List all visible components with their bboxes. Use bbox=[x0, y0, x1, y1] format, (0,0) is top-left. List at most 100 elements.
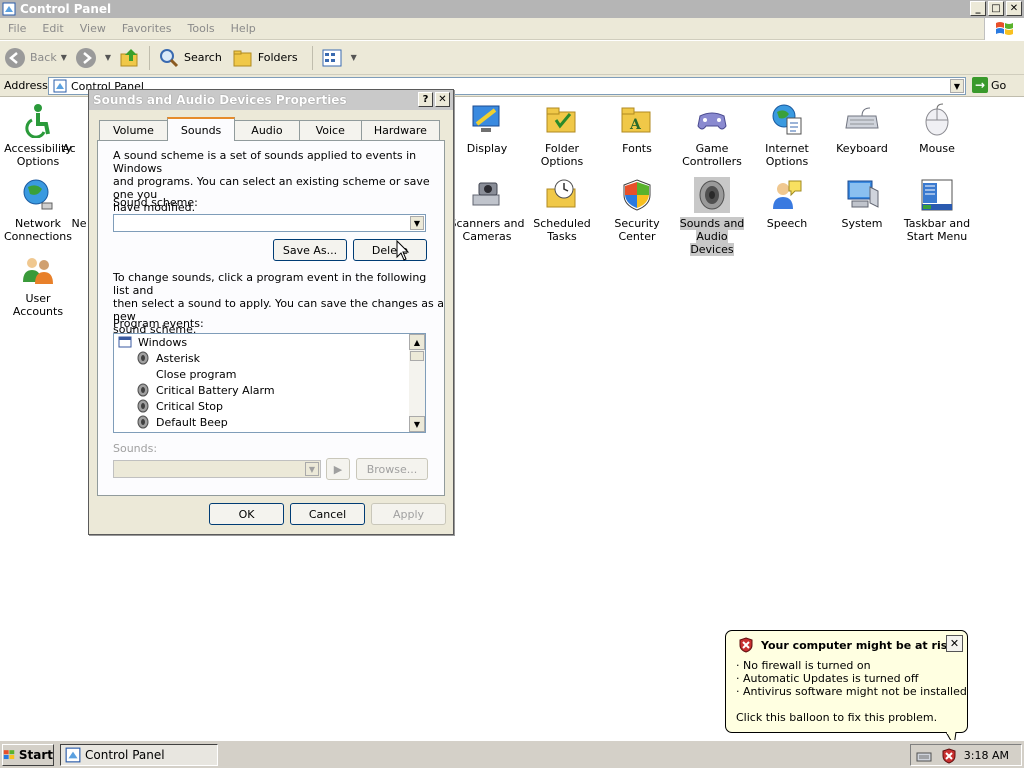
back-button[interactable]: Back ▼ bbox=[4, 47, 71, 69]
folders-button[interactable]: Folders bbox=[232, 47, 298, 69]
program-events-list[interactable]: Windows Asterisk Close program Critical … bbox=[113, 333, 426, 433]
ok-button[interactable]: OK bbox=[209, 503, 284, 525]
list-item[interactable]: Critical Battery Alarm bbox=[136, 382, 275, 398]
dialog-title: Sounds and Audio Devices Properties bbox=[93, 93, 347, 107]
list-item-label: Close program bbox=[156, 367, 237, 381]
cp-item-fonts[interactable]: A Fonts bbox=[599, 102, 675, 155]
cp-item-sounds-and-audio-devices[interactable]: Sounds and Audio Devices bbox=[674, 177, 750, 256]
security-shield-icon bbox=[623, 179, 651, 211]
list-item[interactable]: Default Beep bbox=[136, 414, 228, 430]
cp-item-scanners-and-cameras[interactable]: Scanners and Cameras bbox=[449, 177, 525, 243]
window-titlebar[interactable]: Control Panel _ □ ✕ bbox=[0, 0, 1024, 18]
events-scrollbar[interactable]: ▲ ▼ bbox=[409, 334, 425, 432]
scroll-thumb[interactable] bbox=[410, 351, 424, 361]
folders-icon bbox=[233, 50, 252, 66]
cp-item-security-center[interactable]: Security Center bbox=[599, 177, 675, 243]
list-item[interactable]: Close program bbox=[156, 366, 236, 382]
menu-bar: File Edit View Favorites Tools Help bbox=[0, 18, 1024, 40]
cp-item-label: Game Controllers bbox=[682, 142, 742, 168]
menu-file[interactable]: File bbox=[0, 22, 34, 35]
cp-item-keyboard[interactable]: Keyboard bbox=[824, 102, 900, 155]
chevron-down-icon[interactable]: ▼ bbox=[410, 216, 424, 230]
play-icon: ▶ bbox=[333, 462, 343, 476]
tab-audio[interactable]: Audio bbox=[234, 120, 300, 140]
program-events-label: Program events: bbox=[113, 317, 204, 330]
list-item-label: Critical Battery Alarm bbox=[156, 383, 275, 397]
scroll-down-icon[interactable]: ▼ bbox=[409, 416, 425, 432]
cp-item-display[interactable]: Display bbox=[449, 102, 525, 155]
folders-label: Folders bbox=[257, 51, 298, 64]
menu-tools[interactable]: Tools bbox=[180, 22, 223, 35]
cp-item-scheduled-tasks[interactable]: Scheduled Tasks bbox=[524, 177, 600, 243]
sound-scheme-select[interactable]: ▼ bbox=[113, 214, 426, 232]
help-button[interactable]: ? bbox=[418, 92, 433, 107]
forward-button[interactable]: ▼ bbox=[75, 47, 115, 69]
delete-button[interactable]: Delete bbox=[353, 239, 427, 261]
cp-item-label: Internet Options bbox=[765, 142, 809, 168]
save-as-button[interactable]: Save As... bbox=[273, 239, 347, 261]
balloon-close-button[interactable]: ✕ bbox=[946, 635, 963, 652]
cp-item-system[interactable]: System bbox=[824, 177, 900, 230]
cp-item-add-hardware[interactable]: Ac bbox=[44, 102, 94, 155]
cp-item-internet-options[interactable]: Internet Options bbox=[749, 102, 825, 168]
list-item-label: Default Beep bbox=[156, 415, 228, 429]
tab-voice[interactable]: Voice bbox=[298, 120, 362, 140]
folder-options-icon bbox=[546, 107, 576, 133]
taskbar-item-control-panel[interactable]: Control Panel bbox=[60, 744, 218, 766]
tab-sounds[interactable]: Sounds bbox=[166, 117, 236, 141]
search-button[interactable]: Search bbox=[158, 47, 222, 69]
display-icon bbox=[472, 105, 500, 132]
menu-edit[interactable]: Edit bbox=[34, 22, 71, 35]
cp-item-label: Ne bbox=[71, 217, 87, 230]
back-dropdown-icon[interactable]: ▼ bbox=[61, 53, 67, 62]
menu-help[interactable]: Help bbox=[223, 22, 264, 35]
browse-button[interactable]: Browse... bbox=[356, 458, 428, 480]
scroll-up-icon[interactable]: ▲ bbox=[409, 334, 425, 350]
minimize-button[interactable]: _ bbox=[970, 1, 986, 16]
tab-hardware[interactable]: Hardware bbox=[360, 120, 440, 140]
cp-item-folder-options[interactable]: Folder Options bbox=[524, 102, 600, 168]
clock: 3:18 AM bbox=[963, 749, 1009, 762]
cp-item-user-accounts[interactable]: User Accounts bbox=[0, 252, 76, 318]
cp-item-label: User Accounts bbox=[12, 292, 64, 318]
go-button[interactable]: → Go bbox=[972, 77, 1006, 93]
security-alert-icon[interactable] bbox=[942, 748, 956, 764]
keyboard-tray-icon[interactable] bbox=[916, 749, 932, 763]
start-button[interactable]: Start bbox=[2, 744, 54, 766]
sounds-select[interactable]: ▼ bbox=[113, 460, 321, 478]
dialog-titlebar[interactable]: Sounds and Audio Devices Properties ? ✕ bbox=[89, 90, 453, 110]
security-balloon[interactable]: Your computer might be at risk ✕ · No fi… bbox=[725, 630, 968, 733]
scanner-camera-icon bbox=[472, 182, 500, 206]
start-label: Start bbox=[18, 748, 53, 762]
close-button[interactable]: ✕ bbox=[1006, 1, 1022, 16]
forward-dropdown-icon[interactable]: ▼ bbox=[105, 53, 111, 62]
play-sound-button[interactable]: ▶ bbox=[326, 458, 350, 480]
cp-item-label: Scanners and Cameras bbox=[449, 217, 525, 243]
list-item[interactable]: Asterisk bbox=[136, 350, 200, 366]
list-item[interactable]: Windows bbox=[118, 334, 187, 350]
windows-logo-icon bbox=[984, 18, 1024, 40]
cp-item-mouse[interactable]: Mouse bbox=[899, 102, 975, 155]
cancel-button[interactable]: Cancel bbox=[290, 503, 365, 525]
search-icon bbox=[160, 48, 179, 67]
dialog-close-button[interactable]: ✕ bbox=[435, 92, 450, 107]
cp-item-speech[interactable]: Speech bbox=[749, 177, 825, 230]
cp-item-taskbar-and-start-menu[interactable]: Taskbar and Start Menu bbox=[899, 177, 975, 243]
chevron-down-icon[interactable]: ▼ bbox=[305, 462, 319, 476]
apply-button[interactable]: Apply bbox=[371, 503, 446, 525]
views-dropdown-icon[interactable]: ▼ bbox=[351, 53, 357, 62]
cp-item-game-controllers[interactable]: Game Controllers bbox=[674, 102, 750, 168]
list-item[interactable]: Critical Stop bbox=[136, 398, 223, 414]
cp-item-label: Security Center bbox=[614, 217, 660, 243]
sound-scheme-label: Sound scheme: bbox=[113, 196, 198, 209]
system-icon bbox=[847, 180, 879, 208]
address-dropdown-icon[interactable]: ▼ bbox=[950, 79, 964, 93]
menu-view[interactable]: View bbox=[72, 22, 114, 35]
up-folder-button[interactable] bbox=[119, 47, 145, 69]
menu-favorites[interactable]: Favorites bbox=[114, 22, 180, 35]
game-controller-icon bbox=[697, 112, 727, 130]
mouse-icon bbox=[925, 103, 949, 136]
tab-volume[interactable]: Volume bbox=[99, 120, 168, 140]
views-button[interactable]: ▼ bbox=[321, 47, 361, 69]
maximize-button[interactable]: □ bbox=[988, 1, 1004, 16]
